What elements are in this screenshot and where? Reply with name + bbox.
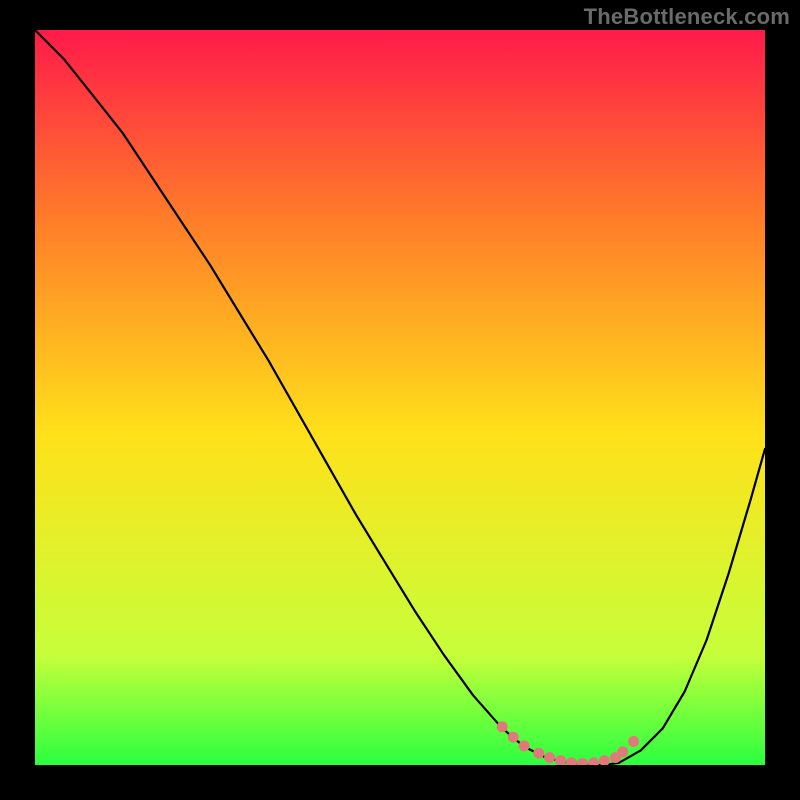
watermark-text: TheBottleneck.com	[584, 4, 790, 30]
valley-dot	[519, 740, 530, 751]
gradient-background	[35, 30, 765, 765]
chart-area	[35, 30, 765, 765]
valley-dot	[508, 732, 519, 743]
valley-dot	[628, 736, 639, 747]
valley-dot	[617, 746, 628, 757]
valley-dot	[497, 721, 508, 732]
valley-dot	[544, 752, 555, 763]
chart-frame: { "watermark": "TheBottleneck.com", "col…	[0, 0, 800, 800]
valley-dot	[533, 748, 544, 759]
